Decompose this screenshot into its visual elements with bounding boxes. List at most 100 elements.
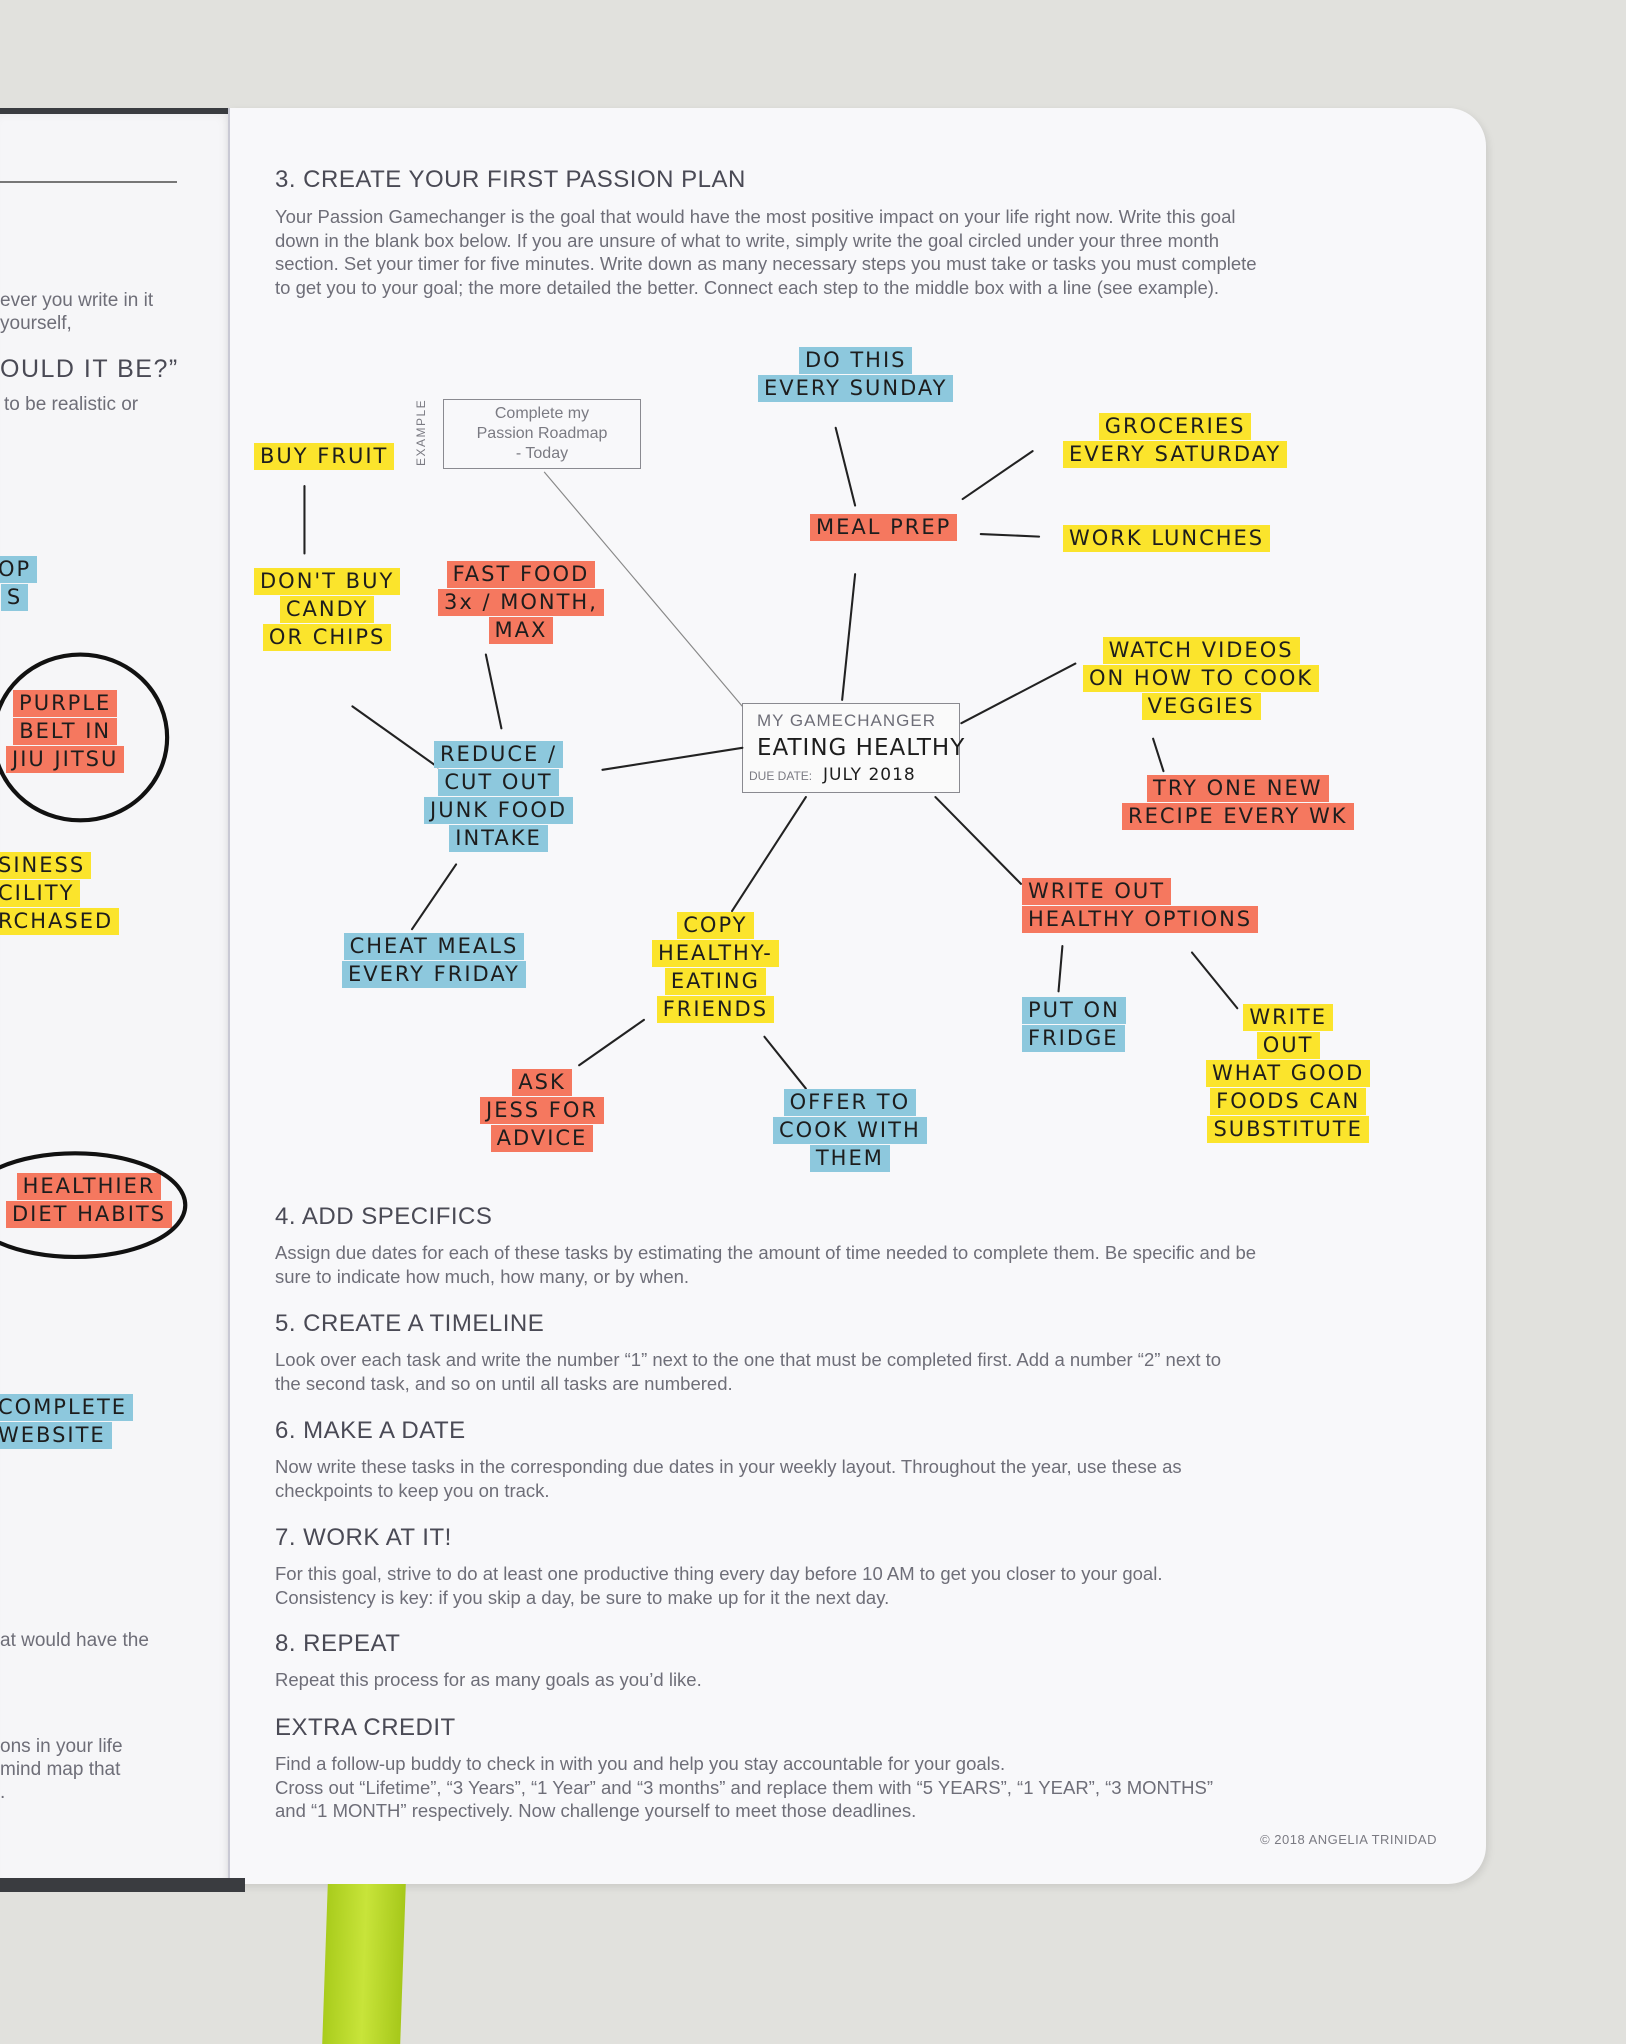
- highlighted-text: COOK WITH: [773, 1117, 927, 1144]
- connector-line: [841, 573, 857, 701]
- connector-line: [1152, 737, 1165, 773]
- highlighted-text: DON'T BUY: [254, 568, 401, 595]
- connector-line: [979, 532, 1041, 538]
- mind-map-node-videos: WATCH VIDEOS ON HOW TO COOK VEGGIES: [1083, 637, 1320, 721]
- mind-map-node-cheat: CHEAT MEALS EVERY FRIDAY: [342, 933, 526, 989]
- highlighted-text: HEALTHY-: [652, 940, 779, 967]
- connector-line: [934, 796, 1022, 885]
- highlighted-text: EVERY SATURDAY: [1063, 441, 1288, 468]
- mind-map-node-mealprep: MEAL PREP: [810, 514, 958, 542]
- highlighted-text: VEGGIES: [1141, 693, 1261, 720]
- mind-map-node-reduce: REDUCE / CUT OUT JUNK FOOD INTAKE: [424, 741, 574, 853]
- section-body: For this goal, strive to do at least one…: [275, 1562, 1162, 1609]
- body-line: Find a follow-up buddy to check in with …: [275, 1753, 1006, 1774]
- mind-map-node-fastfood: FAST FOOD 3x / MONTH, MAX: [438, 561, 604, 645]
- highlighted-text: FRIDGE: [1022, 1025, 1125, 1052]
- highlighted-text: OR CHIPS: [262, 624, 392, 651]
- body-line: Assign due dates for each of these tasks…: [275, 1242, 1257, 1263]
- highlighted-text: DO THIS: [798, 347, 913, 374]
- highlighted-text: WRITE OUT: [1022, 878, 1172, 905]
- highlighted-text: ADVICE: [490, 1125, 594, 1152]
- section-body: Look over each task and write the number…: [275, 1348, 1221, 1395]
- mind-map-node-fridge: PUT ON FRIDGE: [1022, 997, 1126, 1053]
- body-line: checkpoints to keep you on track.: [275, 1479, 550, 1501]
- mind-map-node-sunday: DO THIS EVERY SUNDAY: [758, 347, 954, 403]
- section-body: Assign due dates for each of these tasks…: [275, 1241, 1256, 1288]
- connector-line: [484, 653, 503, 730]
- highlighted-text: CHEAT MEALS: [343, 933, 525, 960]
- highlighted-text: CUT OUT: [438, 769, 559, 796]
- body-line: Now write these tasks in the correspondi…: [275, 1456, 1182, 1477]
- copyright: © 2018 ANGELIA TRINIDAD: [1260, 1832, 1437, 1847]
- section-heading: 7. WORK AT IT!: [275, 1524, 452, 1551]
- highlighted-text: ON HOW TO COOK: [1083, 665, 1320, 692]
- highlighted-text: MAX: [488, 617, 554, 644]
- highlighted-text: TRY ONE NEW: [1147, 775, 1329, 802]
- connector-line: [1057, 945, 1064, 993]
- section-heading: EXTRA CREDIT: [275, 1714, 456, 1741]
- section-body: Now write these tasks in the correspondi…: [275, 1455, 1182, 1502]
- highlighted-text: OFFER TO: [783, 1089, 917, 1116]
- mind-map-node-substitute: WRITE OUT WHAT GOOD FOODS CAN SUBSTITUTE: [1206, 1004, 1371, 1144]
- connector-line: [601, 746, 744, 771]
- connector-line: [960, 662, 1077, 725]
- mind-map-node-lunches: WORK LUNCHES: [1063, 525, 1271, 553]
- body-line: For this goal, strive to do at least one…: [275, 1563, 1163, 1584]
- goal-circle: [0, 1151, 188, 1260]
- highlighted-text: THEM: [809, 1145, 890, 1172]
- highlighted-text: WRITE: [1243, 1004, 1333, 1031]
- goal-circle: [0, 652, 170, 823]
- highlighted-text: OUT: [1256, 1032, 1320, 1059]
- highlighted-text: MEAL PREP: [810, 514, 958, 541]
- connector-line: [578, 1018, 645, 1067]
- highlighted-text: INTAKE: [449, 825, 548, 852]
- highlighted-text: COPY: [677, 912, 754, 939]
- mind-map-node-buyfruit: BUY FRUIT: [254, 443, 395, 471]
- mind-map-node-writeout: WRITE OUT HEALTHY OPTIONS: [1022, 878, 1259, 934]
- body-line: Consistency is key: if you skip a day, b…: [275, 1586, 890, 1608]
- highlighted-text: 3x / MONTH,: [438, 589, 604, 616]
- section-heading: 4. ADD SPECIFICS: [275, 1203, 493, 1230]
- body-line: sure to indicate how much, how many, or …: [275, 1265, 690, 1287]
- mind-map-node-offer: OFFER TO COOK WITH THEM: [773, 1089, 927, 1173]
- highlighted-text: PUT ON: [1022, 997, 1126, 1024]
- highlighted-text: WORK LUNCHES: [1063, 525, 1271, 552]
- connector-line: [763, 1035, 807, 1090]
- mind-map-node-copy: COPY HEALTHY- EATING FRIENDS: [652, 912, 779, 1024]
- connector-line: [834, 426, 857, 507]
- connector-line: [410, 863, 458, 931]
- highlighted-text: BUY FRUIT: [254, 443, 395, 470]
- mind-map-connectors: [0, 426, 1239, 1260]
- highlighted-text: SUBSTITUTE: [1207, 1116, 1369, 1143]
- highlighted-text: HEALTHY OPTIONS: [1022, 906, 1259, 933]
- highlighted-text: EATING: [664, 968, 766, 995]
- highlighted-text: CANDY: [279, 596, 375, 623]
- connector-line: [1190, 951, 1239, 1010]
- body-line: the second task, and so on until all tas…: [275, 1372, 733, 1394]
- body-line: Look over each task and write the number…: [275, 1349, 1222, 1370]
- mind-map-node-candy: DON'T BUY CANDY OR CHIPS: [254, 568, 401, 652]
- mind-map-node-jess: ASK JESS FOR ADVICE: [480, 1069, 604, 1153]
- highlighted-text: REDUCE /: [433, 741, 564, 768]
- highlighted-text: RECIPE EVERY WK: [1122, 803, 1354, 830]
- section-body: Find a follow-up buddy to check in with …: [275, 1752, 1213, 1823]
- highlighted-text: FOODS CAN: [1210, 1088, 1367, 1115]
- highlighted-text: GROCERIES: [1098, 413, 1252, 440]
- highlighted-text: ASK: [512, 1069, 572, 1096]
- highlighted-text: EVERY FRIDAY: [342, 961, 526, 988]
- body-line: and “1 MONTH” respectively. Now challeng…: [275, 1800, 917, 1821]
- section-heading: 6. MAKE A DATE: [275, 1417, 466, 1444]
- highlighted-text: JUNK FOOD: [424, 797, 574, 824]
- highlighted-text: WHAT GOOD: [1206, 1060, 1371, 1087]
- highlighted-text: FAST FOOD: [446, 561, 596, 588]
- highlighted-text: FRIENDS: [656, 996, 775, 1023]
- connector-line: [961, 450, 1034, 501]
- body-line: Repeat this process for as many goals as…: [275, 1669, 702, 1690]
- section-heading: 5. CREATE A TIMELINE: [275, 1310, 545, 1337]
- connector-line: [730, 796, 807, 913]
- mind-map-node-groceries: GROCERIES EVERY SATURDAY: [1063, 413, 1288, 469]
- highlighted-text: WATCH VIDEOS: [1102, 637, 1300, 664]
- highlighted-text: JESS FOR: [480, 1097, 604, 1124]
- highlighted-text: EVERY SUNDAY: [758, 375, 954, 402]
- section-heading: 8. REPEAT: [275, 1630, 401, 1657]
